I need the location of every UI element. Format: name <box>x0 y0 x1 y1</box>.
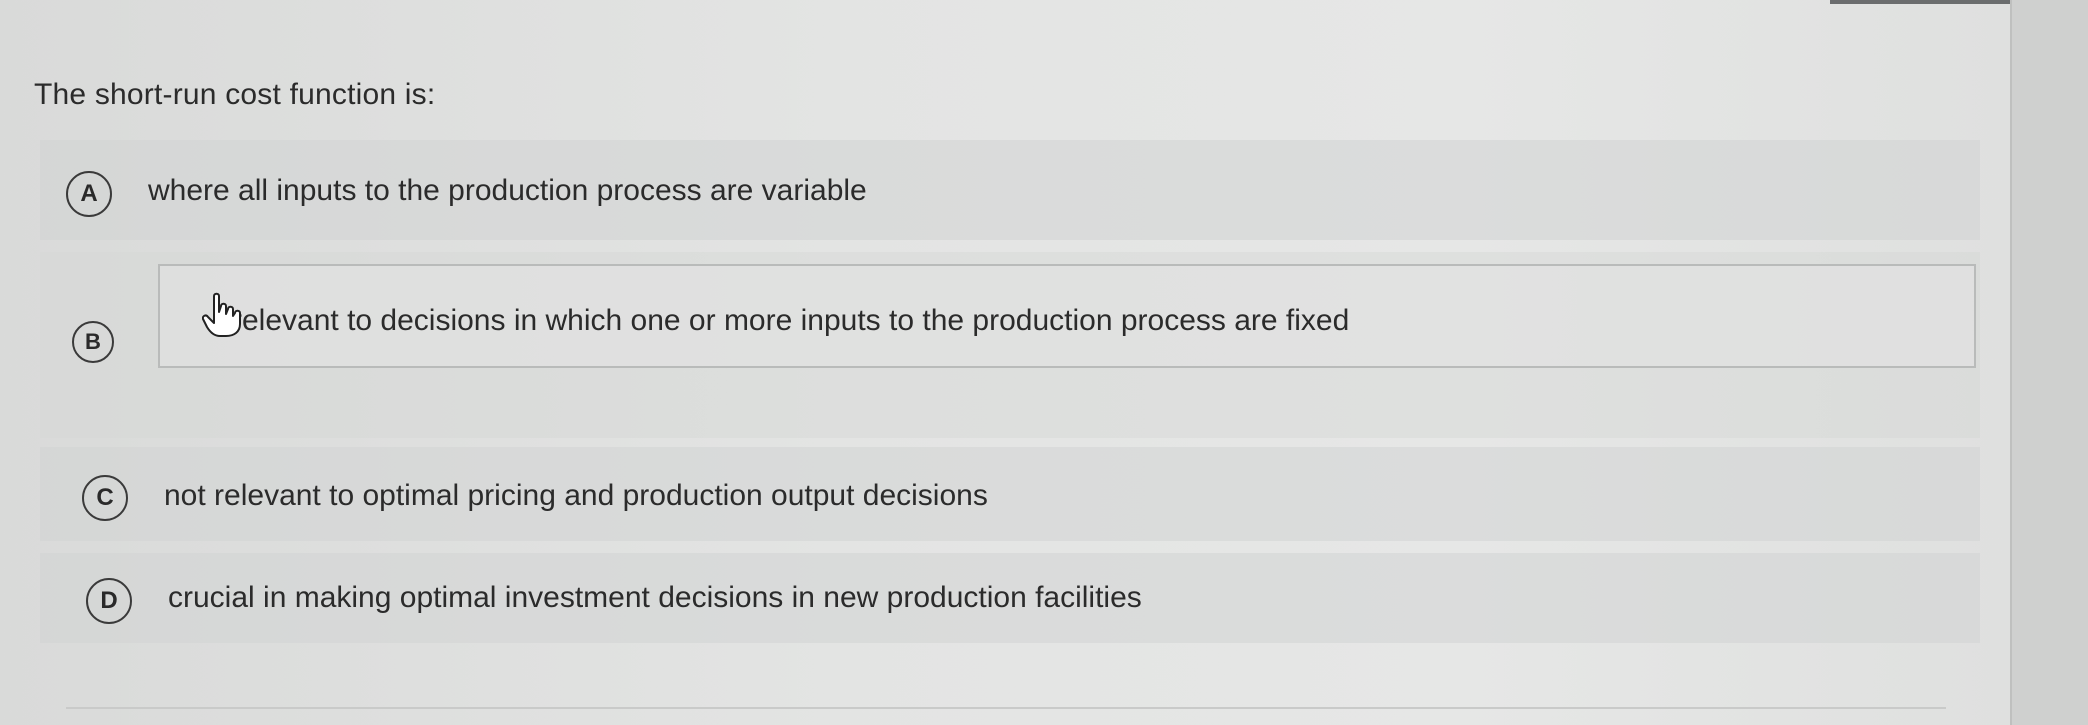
option-text: where all inputs to the production proce… <box>148 174 867 207</box>
top-accent-bar <box>1830 0 2030 4</box>
answer-option-c[interactable]: C not relevant to optimal pricing and pr… <box>40 447 1980 541</box>
divider <box>66 707 1946 709</box>
question-text: The short-run cost function is: <box>34 78 436 111</box>
option-letter-badge: A <box>66 171 112 217</box>
option-text: not relevant to optimal pricing and prod… <box>164 479 988 512</box>
hand-pointer-icon <box>202 292 241 337</box>
answer-option-b[interactable]: B relevant to decisions in which one or … <box>40 252 1980 438</box>
option-letter-badge: C <box>82 475 128 521</box>
answer-option-d[interactable]: D crucial in making optimal investment d… <box>40 553 1980 643</box>
option-text: crucial in making optimal investment dec… <box>168 581 1142 614</box>
page-edge-panel <box>2010 0 2088 725</box>
option-letter-badge: B <box>72 321 114 363</box>
option-letter-badge: D <box>86 578 132 624</box>
answer-option-a[interactable]: A where all inputs to the production pro… <box>40 140 1980 240</box>
option-text: relevant to decisions in which one or mo… <box>232 304 1350 337</box>
question-page: The short-run cost function is: A where … <box>0 0 2030 725</box>
